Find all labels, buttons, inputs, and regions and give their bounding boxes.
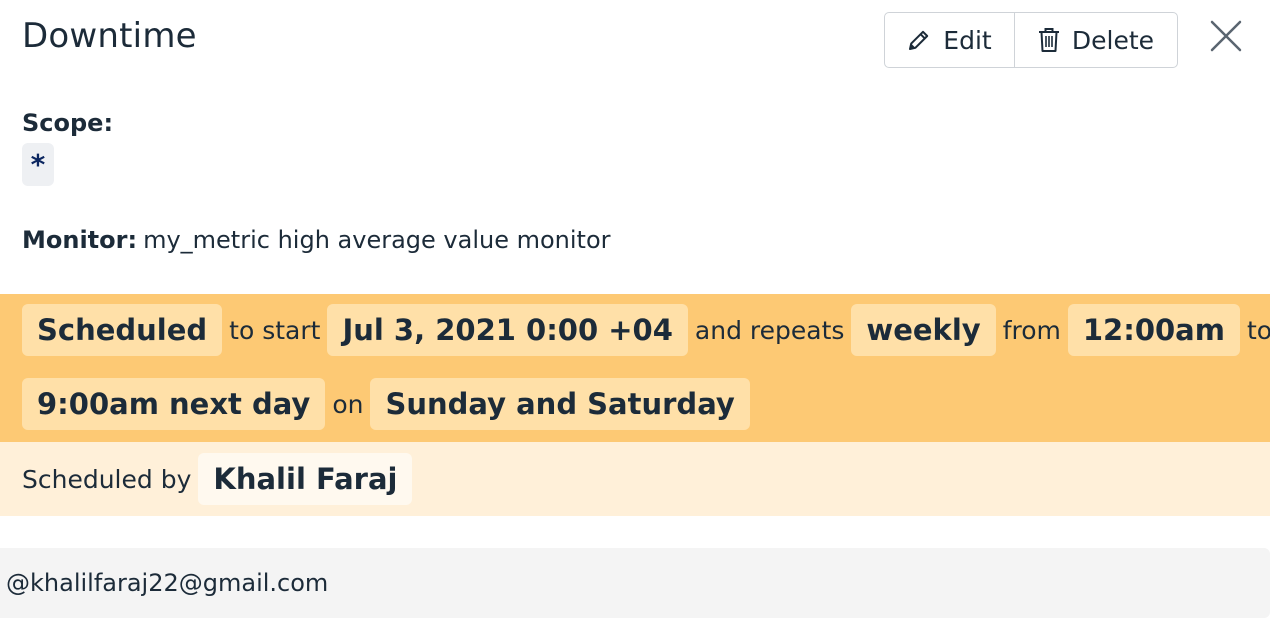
schedule-summary: Scheduled to start Jul 3, 2021 0:00 +04 … [0,294,1270,442]
scope-label: Scope: [22,109,114,137]
action-button-group: Edit Delete [884,12,1178,68]
close-button[interactable] [1208,18,1244,54]
trash-icon [1038,27,1060,53]
close-icon [1208,20,1244,58]
author-chip: Khalil Faraj [198,453,413,505]
status-badge: Scheduled [22,304,223,356]
monitor-row: Monitor: my_metric high average value mon… [22,226,611,254]
scheduled-by: Scheduled by Khalil Faraj [22,453,413,505]
pencil-icon [907,28,931,52]
edit-button-label: Edit [943,25,992,55]
scheduled-by-label: Scheduled by [22,464,192,494]
edit-button[interactable]: Edit [885,13,1015,67]
delete-button[interactable]: Delete [1015,13,1177,67]
downtime-message: @khalilfaraj22@gmail.com [0,548,1270,618]
downtime-panel: Downtime Edit Delete Scope: * Monitor: m… [0,0,1270,632]
schedule-text: to [1246,315,1270,345]
schedule-line: Scheduled to start Jul 3, 2021 0:00 +04 … [22,304,1270,356]
end-time-chip: 9:00am next day [22,378,326,430]
page-title: Downtime [22,16,197,56]
schedule-line: 9:00am next day on Sunday and Saturday [22,378,750,430]
scheduled-by-bar: Scheduled by Khalil Faraj [0,442,1270,516]
scope-tag: * [22,143,54,186]
schedule-text: on [332,389,364,419]
frequency-chip: weekly [851,304,996,356]
schedule-text: from [1002,315,1061,345]
monitor-name: my_metric high average value monitor [143,226,611,254]
days-chip: Sunday and Saturday [370,378,750,430]
schedule-text: and repeats [694,315,845,345]
start-date-chip: Jul 3, 2021 0:00 +04 [327,304,688,356]
start-time-chip: 12:00am [1067,304,1240,356]
schedule-text: to start [229,315,321,345]
delete-button-label: Delete [1071,25,1155,55]
monitor-label: Monitor: [22,226,138,254]
